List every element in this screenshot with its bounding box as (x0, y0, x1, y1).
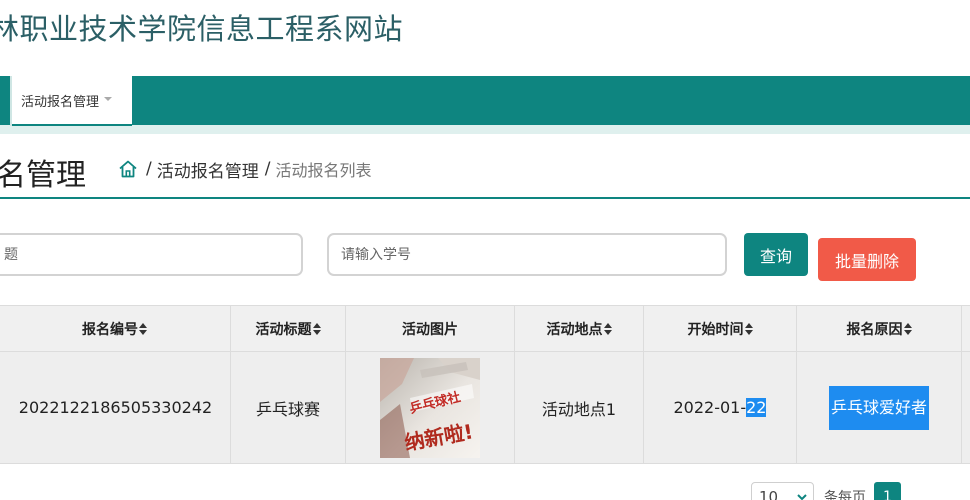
student-id-field[interactable] (327, 233, 727, 276)
cell-reg-no: 2022122186505330242 (0, 351, 231, 464)
column-header-image: 活动图片 (345, 305, 515, 352)
column-header-start-time[interactable]: 开始时间 (643, 305, 797, 352)
nav-item-label: 活动报名管理 (21, 94, 100, 110)
page-button-current[interactable]: 1 (874, 482, 901, 500)
reason-selected-text: 乒乓球爱好者 (828, 385, 929, 430)
batch-delete-button[interactable]: 批量删除 (818, 238, 916, 281)
registration-table: 报名编号 活动标题 活动图片 活动地点 开始时间 报名原因 2022122186… (0, 305, 970, 464)
page-size-value: 10 (759, 488, 779, 500)
title-search-field[interactable] (0, 233, 303, 276)
column-header-label: 报名原因 (846, 321, 903, 338)
nav-item-activity-registration[interactable]: 活动报名管理 (12, 76, 132, 126)
column-header-label: 开始时间 (687, 321, 744, 338)
column-header-label: 活动图片 (402, 321, 458, 338)
page-title: 名管理 (0, 158, 86, 193)
column-header-overflow (961, 305, 970, 352)
pagination: 10 条每页 1 (751, 482, 901, 500)
breadcrumb-separator: / (264, 159, 271, 179)
title-divider (0, 197, 970, 199)
column-header-title[interactable]: 活动标题 (230, 305, 346, 352)
page-size-select[interactable]: 10 (751, 482, 814, 500)
cell-image: 乒乓球社 纳新啦! (345, 351, 515, 464)
main-navbar (0, 76, 970, 125)
selected-text: 22 (746, 398, 767, 417)
search-button[interactable]: 查询 (744, 233, 808, 276)
start-time-text: 2022-01- (673, 398, 747, 417)
caret-down-icon (104, 97, 113, 101)
breadcrumb-link[interactable]: 活动报名管理 (157, 157, 259, 182)
per-page-label: 条每页 (824, 490, 866, 500)
sort-icon[interactable] (603, 322, 612, 335)
chevron-down-icon (797, 494, 807, 500)
column-header-reg-no[interactable]: 报名编号 (0, 305, 231, 352)
navbar-underline (0, 125, 970, 134)
home-icon[interactable] (118, 159, 138, 179)
sort-icon[interactable] (744, 322, 753, 335)
sort-icon[interactable] (139, 322, 147, 335)
site-title: 林职业技术学院信息工程系网站 (0, 12, 404, 46)
breadcrumb: / 活动报名管理 / 活动报名列表 (118, 157, 372, 182)
sort-icon[interactable] (312, 322, 321, 335)
table-header-row: 报名编号 活动标题 活动图片 活动地点 开始时间 报名原因 (0, 305, 970, 352)
column-header-label: 报名编号 (82, 321, 138, 338)
column-header-label: 活动地点 (546, 321, 603, 338)
cell-start-time: 2022-01-22 (643, 351, 797, 464)
table-row[interactable]: 2022122186505330242 乒乓球赛 乒乓球社 纳新啦! 活动地点1… (0, 351, 970, 464)
sort-icon[interactable] (903, 322, 912, 335)
breadcrumb-separator: / (146, 159, 152, 179)
column-header-reason[interactable]: 报名原因 (796, 305, 962, 352)
column-header-label: 活动标题 (255, 321, 312, 338)
activity-poster-image[interactable]: 乒乓球社 纳新啦! (380, 357, 480, 458)
column-header-location[interactable]: 活动地点 (514, 305, 644, 352)
cell-reason: 乒乓球爱好者 (796, 351, 962, 464)
title-search-input[interactable] (0, 246, 301, 263)
student-id-input[interactable] (341, 246, 725, 263)
cell-title: 乒乓球赛 (230, 351, 346, 464)
cell-location: 活动地点1 (514, 351, 644, 464)
breadcrumb-current: 活动报名列表 (275, 161, 372, 180)
cell-overflow (961, 351, 970, 464)
